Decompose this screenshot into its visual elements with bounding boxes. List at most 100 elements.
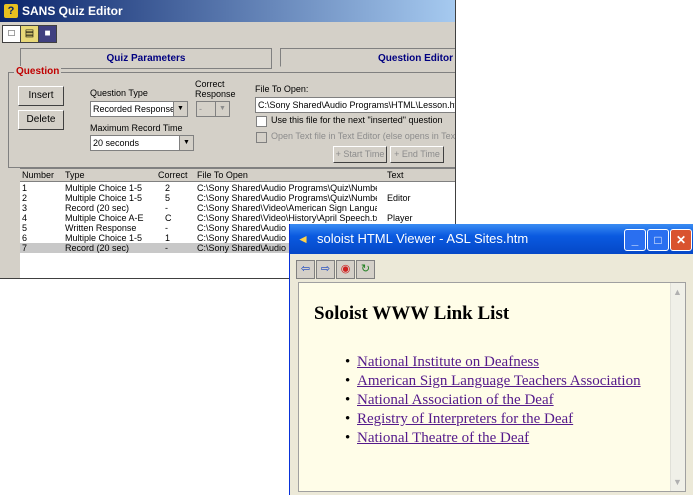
max-record-time-select[interactable]: 20 seconds ▼	[90, 135, 194, 151]
table-row[interactable]: 4 Multiple Choice A-E C C:\Sony Shared\Vide…	[20, 213, 455, 223]
cell-correct: 2	[165, 183, 171, 193]
delete-button[interactable]: Delete	[18, 110, 64, 130]
quiz-editor-title: SANS Quiz Editor	[22, 4, 123, 18]
cell-number: 6	[22, 233, 28, 243]
column-type[interactable]: Type	[65, 170, 155, 180]
forward-arrow-icon[interactable]: ⇨	[316, 260, 335, 279]
cell-number: 5	[22, 223, 28, 233]
correct-response-value: -	[199, 104, 202, 114]
file-to-open-label: File To Open:	[255, 84, 309, 94]
cell-correct: -	[165, 223, 168, 233]
page-heading: Soloist WWW Link List	[314, 303, 510, 324]
column-correct[interactable]: Correct	[158, 170, 190, 180]
open-text-editor-checkbox[interactable]	[256, 132, 267, 143]
cell-type: Record (20 sec)	[65, 203, 130, 213]
cell-file: C:\Sony Shared\Audio Programs\Quiz\Numbe…	[197, 183, 377, 193]
stop-icon[interactable]: ◉	[336, 260, 355, 279]
cell-text: Player	[387, 213, 413, 223]
column-file-to-open[interactable]: File To Open	[197, 170, 377, 180]
scroll-down-icon[interactable]: ▼	[673, 477, 682, 487]
end-time-button[interactable]: + End Time	[390, 146, 444, 163]
link-national-institute-deafness[interactable]: National Institute on Deafness	[357, 354, 539, 370]
viewer-titlebar[interactable]: ◄ soloist HTML Viewer - ASL Sites.htm _ …	[290, 224, 693, 254]
cell-type: Multiple Choice 1-5	[65, 183, 143, 193]
cell-type: Record (20 sec)	[65, 243, 130, 253]
table-row[interactable]: 2 Multiple Choice 1-5 5 C:\Sony Shared\Audi…	[20, 193, 455, 203]
speaker-icon: ◄	[297, 232, 309, 246]
chevron-down-icon[interactable]: ▼	[215, 102, 229, 116]
list-item: • National Theatre of the Deaf	[345, 430, 530, 446]
cell-correct: -	[165, 243, 168, 253]
max-record-time-label: Maximum Record Time	[90, 123, 183, 133]
max-record-time-value: 20 seconds	[93, 138, 140, 148]
list-item: • American Sign Language Teachers Associa…	[345, 373, 641, 389]
cell-text	[387, 183, 427, 193]
viewer-content: Soloist WWW Link List • National Institut…	[298, 282, 686, 492]
use-file-next-checkbox[interactable]	[256, 116, 267, 127]
insert-button-label: Insert	[28, 90, 54, 101]
list-item: • National Association of the Deaf	[345, 392, 554, 408]
link-national-theatre-deaf[interactable]: National Theatre of the Deaf	[357, 430, 529, 446]
cell-type: Written Response	[65, 223, 137, 233]
vertical-scrollbar[interactable]: ▲ ▼	[670, 283, 685, 491]
cell-type: Multiple Choice 1-5	[65, 233, 143, 243]
cell-number: 4	[22, 213, 28, 223]
list-item: • Registry of Interpreters for the Deaf	[345, 411, 574, 427]
question-type-label: Question Type	[90, 88, 148, 98]
column-text[interactable]: Text	[387, 170, 427, 180]
cell-type: Multiple Choice A-E	[65, 213, 144, 223]
link-national-association-deaf[interactable]: National Association of the Deaf	[357, 392, 554, 408]
cell-file: C:\Sony Shared\Video\History\April Speec…	[197, 213, 377, 223]
cell-file: C:\Sony Shared\Video\American Sign Langu…	[197, 203, 377, 213]
new-file-icon[interactable]: □	[2, 25, 21, 43]
correct-response-select[interactable]: - ▼	[196, 101, 230, 117]
scroll-up-icon[interactable]: ▲	[673, 287, 682, 297]
column-number[interactable]: Number	[22, 170, 62, 180]
editor-tabs: Quiz Parameters Question Editor	[0, 48, 455, 69]
correct-response-label-1: Correct	[195, 79, 225, 89]
question-group-label: Question	[14, 66, 62, 77]
maximize-icon[interactable]: □	[647, 229, 669, 251]
html-viewer-window: ◄ soloist HTML Viewer - ASL Sites.htm _ …	[289, 224, 693, 495]
list-item: • National Institute on Deafness	[345, 354, 540, 370]
cell-number: 7	[22, 243, 28, 253]
link-asl-teachers-association[interactable]: American Sign Language Teachers Associat…	[357, 373, 641, 389]
chevron-down-icon[interactable]: ▼	[179, 136, 193, 150]
file-to-open-input[interactable]: C:\Sony Shared\Audio Programs\HTML\Lesso…	[255, 97, 455, 113]
open-folder-icon[interactable]: ▤	[20, 25, 39, 43]
cell-file: C:\Sony Shared\Audio Programs\Quiz\Numbe…	[197, 193, 377, 203]
question-type-select[interactable]: Recorded Response ▼	[90, 101, 188, 117]
question-mark-icon: ?	[4, 4, 18, 18]
cell-number: 3	[22, 203, 28, 213]
quiz-editor-titlebar[interactable]: ? SANS Quiz Editor	[0, 0, 455, 22]
cell-correct: -	[165, 203, 168, 213]
chevron-down-icon[interactable]: ▼	[173, 102, 187, 116]
cell-text: Editor	[387, 193, 411, 203]
save-disk-icon[interactable]: ■	[38, 25, 57, 43]
table-header: Number Type Correct File To Open Text	[20, 169, 455, 182]
cell-type: Multiple Choice 1-5	[65, 193, 143, 203]
use-file-next-label: Use this file for the next "inserted" qu…	[271, 115, 443, 125]
table-row[interactable]: 3 Record (20 sec) - C:\Sony Shared\Video\Am…	[20, 203, 455, 213]
back-arrow-icon[interactable]: ⇦	[296, 260, 315, 279]
correct-response-label-2: Response	[195, 89, 236, 99]
cell-correct: 1	[165, 233, 171, 243]
cell-number: 2	[22, 193, 28, 203]
close-icon[interactable]: ✕	[670, 229, 692, 251]
refresh-icon[interactable]: ↻	[356, 260, 375, 279]
insert-button[interactable]: Insert	[18, 86, 64, 106]
link-list: • National Institute on Deafness • America…	[345, 353, 641, 448]
link-registry-interpreters[interactable]: Registry of Interpreters for the Deaf	[357, 411, 573, 427]
cell-correct: C	[165, 213, 172, 223]
delete-button-label: Delete	[26, 114, 56, 125]
open-text-editor-label: Open Text file in Text Editor (else open…	[271, 131, 456, 141]
viewer-title: soloist HTML Viewer - ASL Sites.htm	[317, 231, 529, 246]
minimize-icon[interactable]: _	[624, 229, 646, 251]
table-row[interactable]: 1 Multiple Choice 1-5 2 C:\Sony Shared\Audi…	[20, 183, 455, 193]
tab-question-editor[interactable]: Question Editor	[280, 48, 455, 67]
cell-text	[387, 203, 427, 213]
cell-correct: 5	[165, 193, 171, 203]
question-type-value: Recorded Response	[93, 104, 176, 114]
start-time-button[interactable]: + Start Time	[333, 146, 387, 163]
cell-number: 1	[22, 183, 28, 193]
